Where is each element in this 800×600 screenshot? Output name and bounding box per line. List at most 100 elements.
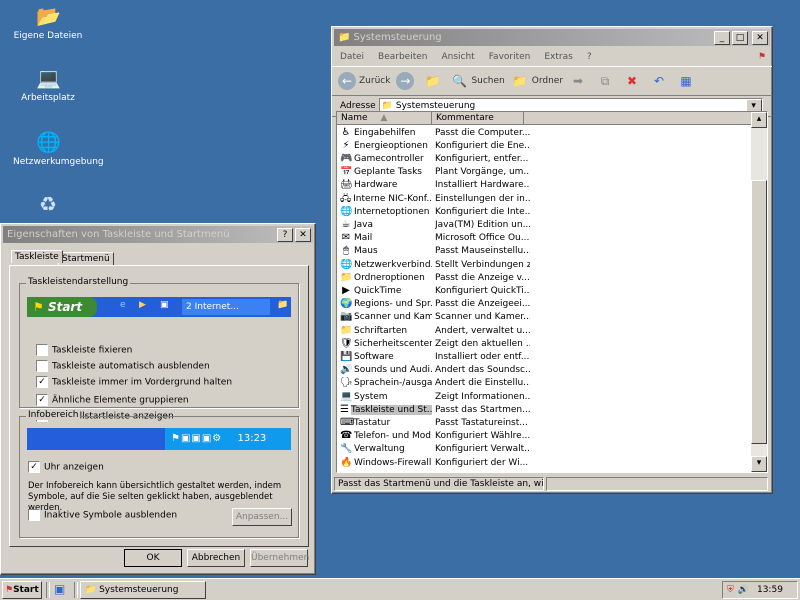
- menu-datei[interactable]: Datei: [340, 52, 364, 62]
- menu-bearbeiten[interactable]: Bearbeiten: [378, 52, 427, 62]
- folder-icon: 📂: [36, 4, 61, 28]
- desktop-icon-eigene-dateien[interactable]: 📂 Eigene Dateien: [13, 4, 83, 41]
- item-name: 🌐 Internetoptionen: [340, 205, 430, 217]
- close-button[interactable]: ✕: [295, 227, 311, 242]
- copy-to-button[interactable]: ⧉: [596, 72, 617, 90]
- checkbox[interactable]: ✓: [36, 376, 48, 388]
- option-always-on-top[interactable]: ✓ Taskleiste immer im Vordergrund halten: [36, 376, 232, 388]
- menu-extras[interactable]: Extras: [544, 52, 572, 62]
- list-item[interactable]: ✉ Mail Microsoft Office Ou...: [337, 232, 753, 245]
- menu-help[interactable]: ?: [587, 52, 592, 62]
- back-button[interactable]: ← Zurück: [338, 72, 390, 90]
- list-item[interactable]: ♿ Eingabehilfen Passt die Computer...: [337, 126, 753, 139]
- list-item[interactable]: 🔥 Windows-Firewall Konfiguriert der Wi...: [337, 456, 753, 469]
- cancel-button[interactable]: Abbrechen: [187, 549, 245, 567]
- item-comment: Einstellungen der in...: [435, 193, 530, 204]
- customize-button[interactable]: Anpassen...: [232, 508, 292, 526]
- list-item[interactable]: 📁 Schriftarten Ändert, verwaltet u...: [337, 324, 753, 337]
- checkbox[interactable]: [28, 509, 40, 521]
- column-header-name[interactable]: Name ▲: [337, 112, 432, 125]
- option-fixieren[interactable]: Taskleiste fixieren: [36, 344, 132, 356]
- maximize-button[interactable]: □: [732, 30, 748, 45]
- desktop-icon-arbeitsplatz[interactable]: 💻 Arbeitsplatz: [13, 66, 83, 103]
- close-button[interactable]: ✕: [752, 30, 768, 45]
- list-item[interactable]: 🔧 Verwaltung Konfiguriert Verwalt...: [337, 443, 753, 456]
- apply-button[interactable]: Übernehmen: [250, 549, 309, 567]
- list-item[interactable]: 🗣Sprachein-/ausgabeÄndert die Einstellu.…: [337, 377, 753, 390]
- dialog-titlebar[interactable]: Eigenschaften von Taskleiste und Startme…: [3, 226, 313, 243]
- list-item[interactable]: 💾 Software Installiert oder entf...: [337, 350, 753, 363]
- explorer-titlebar[interactable]: 📁 Systemsteuerung _ □ ✕: [334, 29, 770, 46]
- list-item[interactable]: 🖨 Hardware Installiert Hardware...: [337, 179, 753, 192]
- taskbar-task-systemsteuerung[interactable]: 📁 Systemsteuerung: [80, 581, 206, 599]
- undo-button[interactable]: ↶: [650, 72, 671, 90]
- scroll-down-button[interactable]: ▾: [751, 456, 767, 472]
- vertical-scrollbar[interactable]: ▴ ▾: [751, 112, 767, 472]
- quicklaunch-desktop-icon[interactable]: ▣: [54, 582, 65, 596]
- option-autohide[interactable]: Taskleiste automatisch ausblenden: [36, 360, 210, 372]
- control-panel-item-icon: ☎: [340, 430, 353, 442]
- list-item[interactable]: 📷Scanner und Kam...Scanner und Kamer...: [337, 311, 753, 324]
- folder-icon: 📁: [85, 585, 97, 595]
- item-comment: Scanner und Kamer...: [435, 312, 530, 323]
- list-item[interactable]: ☎ Telefon- und Mod... Konfiguriert Wählre.…: [337, 430, 753, 443]
- desktop-icon-netzwerkumgebung[interactable]: 🌐 Netzwerkumgebung: [13, 130, 104, 167]
- list-item[interactable]: 💻 System Zeigt Informationen...: [337, 390, 753, 403]
- forward-button[interactable]: →: [396, 72, 417, 90]
- minimize-button[interactable]: _: [714, 30, 730, 45]
- views-button[interactable]: ▦: [677, 72, 698, 90]
- item-comment: Konfiguriert Verwalt...: [435, 444, 530, 455]
- list-item[interactable]: 🖱 Maus Passt Mauseinstellu...: [337, 245, 753, 258]
- windows-logo-icon: ⚑: [33, 300, 44, 314]
- security-shield-icon[interactable]: ⛨: [727, 585, 734, 595]
- delete-button[interactable]: ✖: [623, 72, 644, 90]
- list-item[interactable]: 🌍 Regions- und Spr... Passt die Anzeigeei.…: [337, 298, 753, 311]
- checkbox[interactable]: ✓: [36, 394, 48, 406]
- option-hide-inactive[interactable]: Inaktive Symbole ausblenden: [28, 509, 177, 521]
- row-container: ♿ Eingabehilfen Passt die Computer... ⚡ Ener…: [337, 126, 753, 472]
- status-bar: Passt das Startmenü und die Taskleiste a…: [334, 477, 768, 491]
- quicklaunch-desktop-icon: ▣: [160, 300, 169, 310]
- checkbox[interactable]: [36, 360, 48, 372]
- list-item[interactable]: 🌐 Internetoptionen Konfiguriert die Inte..…: [337, 205, 753, 218]
- volume-icon[interactable]: 🔊: [738, 585, 749, 595]
- search-button[interactable]: 🔍 Suchen: [450, 72, 505, 90]
- group-label: Infobereich: [26, 410, 81, 420]
- scroll-thumb[interactable]: [751, 180, 767, 444]
- list-item[interactable]: ☕ Java Java(TM) Edition un...: [337, 218, 753, 231]
- list-item[interactable]: 📁 Ordneroptionen Passt die Anzeige v...: [337, 271, 753, 284]
- item-name: 🔊 Sounds und Audi...: [340, 364, 432, 376]
- list-item[interactable]: 🎮 Gamecontroller Konfiguriert, entfer...: [337, 152, 753, 165]
- start-button[interactable]: ⚑Start: [2, 581, 42, 599]
- option-show-clock[interactable]: ✓ Uhr anzeigen: [28, 461, 104, 473]
- desktop-icon-papierkorb[interactable]: ♻: [13, 192, 83, 219]
- checkbox[interactable]: [36, 344, 48, 356]
- list-item[interactable]: 🔊 Sounds und Audi... Ändert das Soundsc...: [337, 364, 753, 377]
- control-panel-item-icon: ✉: [341, 232, 351, 244]
- list-item[interactable]: ⌨ Tastatur Passt Tastatureinst...: [337, 416, 753, 429]
- control-panel-item-icon: 🌍: [340, 298, 353, 310]
- item-name: ♿ Eingabehilfen: [341, 126, 416, 138]
- option-group-similar[interactable]: ✓ Ähnliche Elemente gruppieren: [36, 394, 189, 406]
- column-header-comment[interactable]: Kommentare: [432, 112, 524, 125]
- list-item[interactable]: 🖧 Interne NIC-Konf... Einstellungen der in…: [337, 192, 753, 205]
- tray-preview: ⚑▣▣▣⚙ 13:23: [27, 428, 291, 450]
- scroll-up-button[interactable]: ▴: [751, 112, 767, 128]
- folders-button[interactable]: 📁 Ordner: [511, 72, 563, 90]
- move-to-button[interactable]: ➡: [569, 72, 590, 90]
- list-item[interactable]: ☰ Taskleiste und St... Passt das Startmen.…: [337, 403, 753, 416]
- tab-startmenu[interactable]: Startmenü: [58, 252, 114, 265]
- help-button[interactable]: ?: [277, 227, 293, 242]
- menu-favoriten[interactable]: Favoriten: [489, 52, 531, 62]
- tab-taskleiste[interactable]: Taskleiste: [11, 250, 63, 263]
- list-item[interactable]: 📅 Geplante Tasks Plant Vorgänge, um...: [337, 166, 753, 179]
- up-button[interactable]: 📁: [423, 72, 444, 90]
- checkbox[interactable]: ✓: [28, 461, 40, 473]
- menu-ansicht[interactable]: Ansicht: [441, 52, 474, 62]
- list-item[interactable]: ⚡ Energieoptionen Konfiguriert die Ene...: [337, 139, 753, 152]
- search-icon: 🔍: [451, 74, 467, 88]
- list-item[interactable]: ▶ QuickTime Konfiguriert QuickTi...: [337, 284, 753, 297]
- list-item[interactable]: 🛡 Sicherheitscenter Zeigt den aktuellen ..…: [337, 337, 753, 350]
- ok-button[interactable]: OK: [124, 549, 182, 567]
- list-item[interactable]: 🌐 Netzwerkverbind... Stellt Verbindungen z…: [337, 258, 753, 271]
